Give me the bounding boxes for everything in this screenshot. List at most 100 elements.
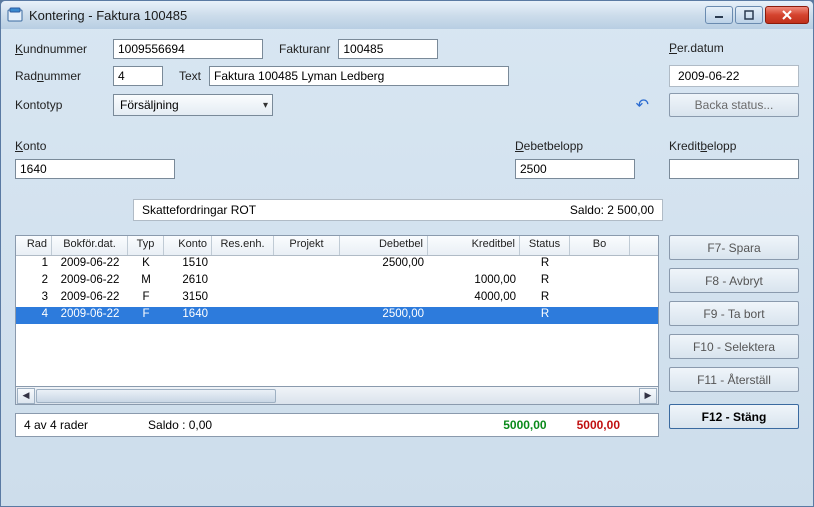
perdatum-value: 2009-06-22 [669,65,799,87]
scroll-left-icon[interactable]: ◀ [17,388,35,404]
cell [274,307,340,324]
minimize-button[interactable] [705,6,733,24]
grid-hscrollbar[interactable]: ◀ ▶ [15,387,659,405]
cell [570,307,630,324]
scroll-thumb[interactable] [36,389,276,403]
posting-grid[interactable]: Rad Bokför.dat. Typ Konto Res.enh. Proje… [15,235,659,387]
maximize-button[interactable] [735,6,763,24]
cell: R [520,290,570,307]
kontotyp-combo[interactable]: Försäljning [113,94,273,116]
cell: 3150 [164,290,212,307]
footer-saldo: Saldo : 0,00 [148,418,212,432]
cell: R [520,273,570,290]
cell [340,290,428,307]
label-perdatum: Per.datum [669,41,799,55]
cell [274,273,340,290]
col-kreditbel[interactable]: Kreditbel [428,236,520,255]
konto-saldo: Saldo: 2 500,00 [570,203,654,217]
f9-tabort-button[interactable]: F9 - Ta bort [669,301,799,326]
col-projekt[interactable]: Projekt [274,236,340,255]
cell [428,256,520,273]
label-kundnummer: Kundnummer [15,42,105,56]
cell: 2009-06-22 [52,307,128,324]
label-debetbelopp: Debetbelopp [515,139,635,153]
close-button[interactable] [765,6,809,24]
f11-aterstall-button[interactable]: F11 - Återställ [669,367,799,392]
table-row[interactable]: 12009-06-22K1510 2500,00 R [16,256,658,273]
f10-selektera-button[interactable]: F10 - Selektera [669,334,799,359]
cell: 2500,00 [340,256,428,273]
cell [428,307,520,324]
cell [212,307,274,324]
konto-name: Skattefordringar ROT [142,203,256,217]
label-radnummer: Radnummer [15,69,105,83]
cell: 3 [16,290,52,307]
footer-sum-kredit: 5000,00 [577,418,620,432]
kontotyp-value: Försäljning [120,98,179,112]
titlebar: Kontering - Faktura 100485 [1,1,813,29]
col-rad[interactable]: Rad [16,236,52,255]
label-kreditbelopp: Kreditbelopp [669,139,799,153]
cell [212,290,274,307]
kreditbelopp-input[interactable] [669,159,799,179]
cell [570,273,630,290]
cell: M [128,273,164,290]
cell: R [520,307,570,324]
cell: 1000,00 [428,273,520,290]
window: Kontering - Faktura 100485 Kundnummer Fa… [0,0,814,507]
cell: 4 [16,307,52,324]
table-row[interactable]: 32009-06-22F3150 4000,00R [16,290,658,307]
col-typ[interactable]: Typ [128,236,164,255]
kundnummer-input[interactable] [113,39,263,59]
cell [570,290,630,307]
cell: K [128,256,164,273]
f7-spara-button[interactable]: F7- Spara [669,235,799,260]
cell [212,273,274,290]
cell [570,256,630,273]
grid-footer: 4 av 4 rader Saldo : 0,00 5000,00 5000,0… [15,413,659,437]
app-icon [7,7,23,23]
cell: 1 [16,256,52,273]
grid-header: Rad Bokför.dat. Typ Konto Res.enh. Proje… [16,236,658,256]
window-title: Kontering - Faktura 100485 [29,8,187,23]
label-fakturanr: Fakturanr [279,42,330,56]
cell: F [128,290,164,307]
debetbelopp-input[interactable] [515,159,635,179]
radnummer-input[interactable] [113,66,163,86]
cell: 2009-06-22 [52,256,128,273]
cell: 4000,00 [428,290,520,307]
cell: 2610 [164,273,212,290]
col-bokfordat[interactable]: Bokför.dat. [52,236,128,255]
cell [340,273,428,290]
cell: 2009-06-22 [52,290,128,307]
cell: R [520,256,570,273]
label-kontotyp: Kontotyp [15,98,105,112]
text-input[interactable] [209,66,509,86]
col-bo[interactable]: Bo [570,236,630,255]
cell: 2500,00 [340,307,428,324]
backa-status-button[interactable]: Backa status... [669,93,799,117]
col-konto[interactable]: Konto [164,236,212,255]
scroll-right-icon[interactable]: ▶ [639,388,657,404]
konto-input[interactable] [15,159,175,179]
cell [274,256,340,273]
footer-sum-debet: 5000,00 [503,418,546,432]
konto-summary: Skattefordringar ROT Saldo: 2 500,00 [133,199,663,221]
cell: 1510 [164,256,212,273]
cell: 2009-06-22 [52,273,128,290]
cell: F [128,307,164,324]
cell: 2 [16,273,52,290]
fakturanr-input[interactable] [338,39,438,59]
col-resenh[interactable]: Res.enh. [212,236,274,255]
table-row[interactable]: 42009-06-22F16402500,00R [16,307,658,324]
footer-rowcount: 4 av 4 rader [24,418,88,432]
f12-stang-button[interactable]: F12 - Stäng [669,404,799,429]
undo-icon[interactable]: ↶ [636,95,649,115]
label-text: Text [179,69,201,83]
col-debetbel[interactable]: Debetbel [340,236,428,255]
cell [212,256,274,273]
col-status[interactable]: Status [520,236,570,255]
f8-avbryt-button[interactable]: F8 - Avbryt [669,268,799,293]
cell [274,290,340,307]
table-row[interactable]: 22009-06-22M2610 1000,00R [16,273,658,290]
